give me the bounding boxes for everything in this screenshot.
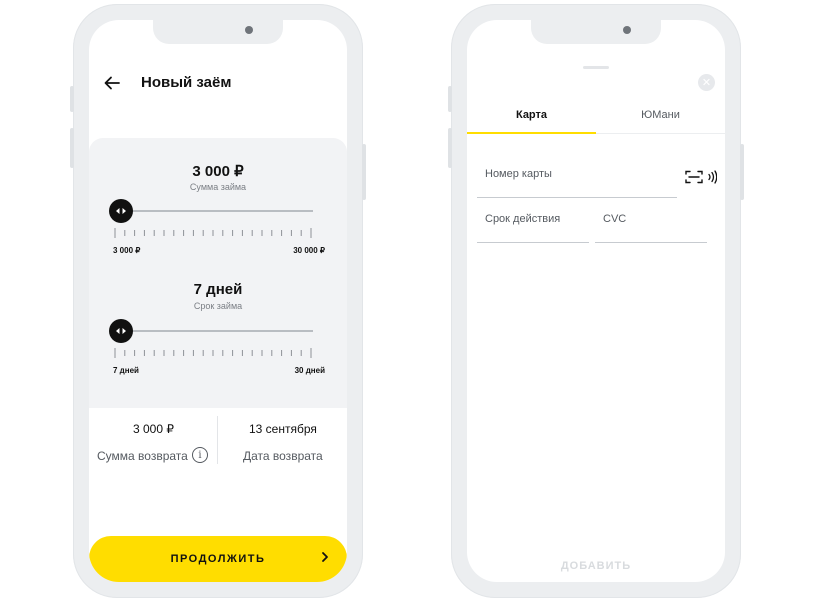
page-title: Новый заём: [141, 74, 232, 91]
phone-frame-card: ✕ Карта ЮМани Номер карты Срок действия …: [448, 4, 744, 598]
return-date-value: 13 сентября: [249, 422, 317, 436]
phone-side-button: [362, 144, 366, 200]
chevron-right-icon: [322, 552, 328, 562]
loan-summary: 3 000 ₽ Сумма возврата i 13 сентября Дат…: [89, 408, 347, 478]
drag-arrows-icon: [116, 328, 126, 334]
return-date-label: Дата возврата: [243, 449, 323, 463]
term-caption: Срок займа: [193, 301, 243, 311]
phone-side-button: [70, 86, 74, 112]
camera: [623, 26, 631, 34]
payment-tabs: Карта ЮМани: [467, 102, 725, 134]
card-input-tools: [685, 170, 717, 184]
term-min-label: 7 дней: [113, 366, 139, 375]
term-slider-handle[interactable]: [109, 319, 133, 343]
info-icon[interactable]: i: [192, 447, 208, 463]
expiry-placeholder: Срок действия: [485, 213, 561, 225]
loan-screen: Новый заём 3 000 ₽ Сумма займа 3 000 ₽ 3…: [89, 20, 347, 582]
continue-button[interactable]: ПРОДОЛЖИТЬ: [89, 536, 347, 582]
summary-divider: [217, 416, 218, 464]
amount-value: 3 000 ₽: [192, 163, 244, 180]
term-value: 7 дней: [193, 281, 243, 298]
nfc-icon[interactable]: [707, 170, 717, 184]
drag-arrows-icon: [116, 208, 126, 214]
continue-button-label: ПРОДОЛЖИТЬ: [170, 553, 266, 565]
term-slider-track[interactable]: [121, 330, 313, 332]
cvc-placeholder: CVC: [603, 213, 627, 225]
camera: [245, 26, 253, 34]
amount-slider-ticks: [114, 228, 312, 238]
amount-slider-block: 3 000 ₽ Сумма займа 3 000 ₽ 30 000 ₽: [89, 138, 347, 263]
header: Новый заём: [89, 72, 347, 96]
card-number-field[interactable]: Номер карты: [477, 168, 677, 198]
tab-card[interactable]: Карта: [467, 102, 596, 134]
amount-slider-track[interactable]: [121, 210, 313, 212]
return-amount-value: 3 000 ₽: [133, 422, 174, 436]
close-icon[interactable]: ✕: [698, 74, 715, 91]
notch: [153, 20, 283, 44]
phone-side-button: [740, 144, 744, 200]
loan-calculator-card: 3 000 ₽ Сумма займа 3 000 ₽ 30 000 ₽ 7 д…: [89, 138, 347, 408]
term-slider-ticks: [114, 348, 312, 358]
amount-max-label: 30 000 ₽: [293, 246, 325, 255]
add-card-screen: ✕ Карта ЮМани Номер карты Срок действия …: [467, 20, 725, 582]
notch: [531, 20, 661, 44]
phone-side-button: [448, 86, 452, 112]
cvc-field[interactable]: CVC: [595, 213, 707, 243]
tab-yoomoney[interactable]: ЮМани: [596, 102, 725, 134]
arrow-left-icon[interactable]: [103, 74, 121, 92]
card-scan-icon[interactable]: [685, 170, 703, 184]
return-amount-label: Сумма возврата: [97, 449, 188, 463]
term-max-label: 30 дней: [294, 366, 325, 375]
card-number-placeholder: Номер карты: [485, 168, 552, 180]
add-card-button[interactable]: ДОБАВИТЬ: [467, 560, 725, 572]
expiry-field[interactable]: Срок действия: [477, 213, 589, 243]
sheet-grabber[interactable]: [583, 66, 609, 69]
phone-side-button: [70, 128, 74, 168]
amount-slider-handle[interactable]: [109, 199, 133, 223]
phone-frame-loan: Новый заём 3 000 ₽ Сумма займа 3 000 ₽ 3…: [70, 4, 366, 598]
term-slider-block: 7 дней Срок займа 7 дней 30 дней: [89, 258, 347, 388]
amount-min-label: 3 000 ₽: [113, 246, 141, 255]
phone-side-button: [448, 128, 452, 168]
amount-caption: Сумма займа: [189, 182, 247, 192]
